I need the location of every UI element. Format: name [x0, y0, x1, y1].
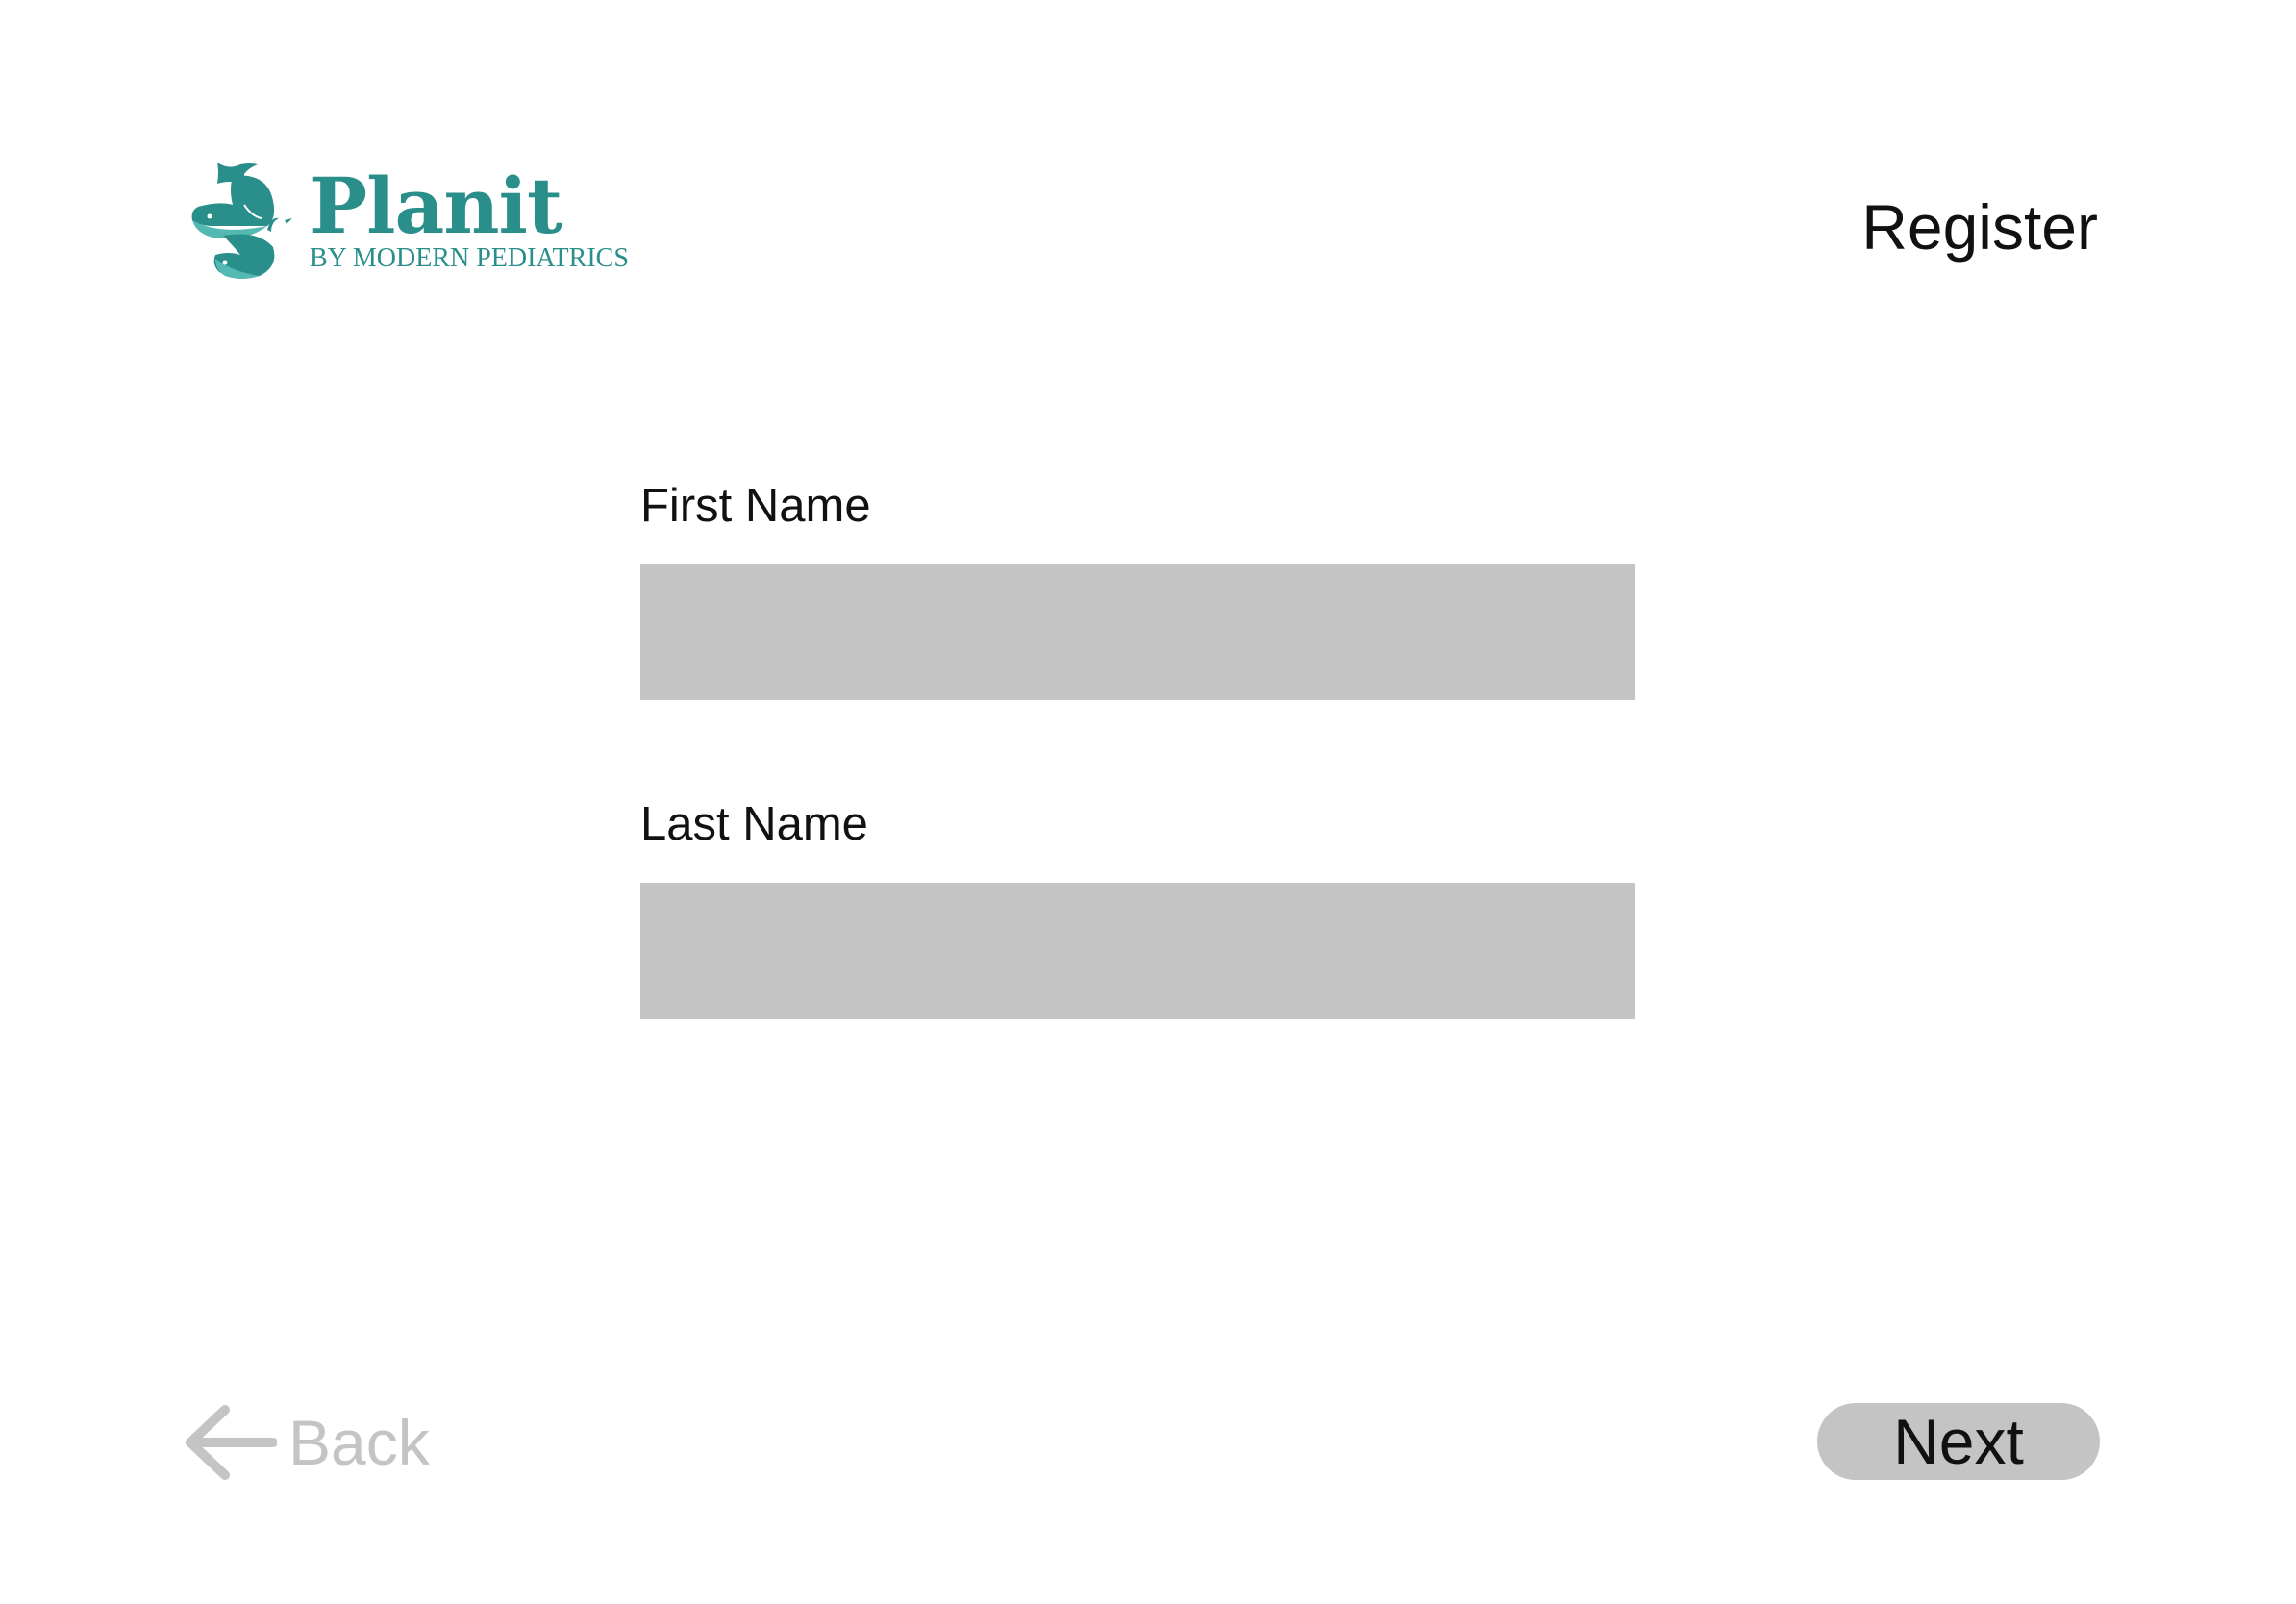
brand-name: Planit: [310, 161, 562, 251]
brand-tagline: BY MODERN PEDIATRICS: [310, 243, 629, 273]
first-name-input[interactable]: [640, 564, 1635, 700]
first-name-label: First Name: [640, 480, 871, 532]
arrow-left-icon: [186, 1405, 277, 1480]
page-title: Register: [1861, 191, 2098, 263]
whale-stack-logo-icon: [191, 163, 292, 279]
back-button[interactable]: Back: [183, 1404, 430, 1481]
brand-logo: Planit BY MODERN PEDIATRICS: [190, 163, 633, 282]
last-name-input[interactable]: [640, 883, 1635, 1019]
back-label: Back: [288, 1407, 430, 1478]
next-button[interactable]: Next: [1817, 1403, 2100, 1480]
last-name-label: Last Name: [640, 798, 868, 850]
